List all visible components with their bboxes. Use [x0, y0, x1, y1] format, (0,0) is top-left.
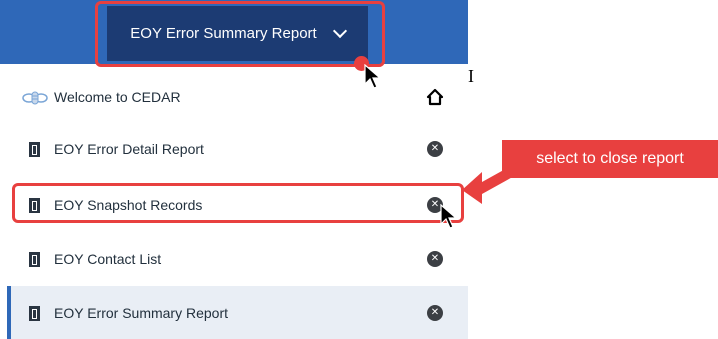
row-highlight-box — [12, 183, 464, 223]
menu-item-label: Welcome to CEDAR — [54, 89, 181, 105]
background-page-fragment: I — [468, 66, 474, 86]
document-icon — [29, 141, 40, 157]
close-icon[interactable]: ✕ — [427, 305, 443, 321]
active-indicator — [7, 286, 11, 339]
document-icon — [29, 305, 40, 321]
menu-item-welcome[interactable]: Welcome to CEDAR — [7, 70, 468, 124]
menu-item-eoy-contact-list[interactable]: EOY Contact List ✕ — [7, 232, 468, 286]
close-icon[interactable]: ✕ — [427, 251, 443, 267]
document-icon — [29, 251, 40, 267]
menu-item-eoy-error-summary-report[interactable]: EOY Error Summary Report ✕ — [7, 286, 468, 339]
menu-item-label: EOY Error Summary Report — [54, 305, 229, 321]
dropdown-highlight-box — [95, 1, 385, 67]
annotation-callout: select to close report — [502, 140, 718, 178]
mouse-cursor-icon — [364, 64, 382, 89]
mouse-cursor-icon — [440, 204, 458, 229]
menu-item-label: EOY Contact List — [54, 251, 162, 267]
bee-icon — [22, 91, 48, 105]
close-icon[interactable]: ✕ — [427, 141, 443, 157]
menu-item-label: EOY Error Detail Report — [54, 141, 204, 157]
callout-text: select to close report — [536, 150, 684, 167]
menu-item-eoy-error-detail-report[interactable]: EOY Error Detail Report ✕ — [7, 122, 468, 176]
callout-arrow-icon — [462, 162, 518, 204]
home-icon[interactable] — [426, 88, 444, 106]
